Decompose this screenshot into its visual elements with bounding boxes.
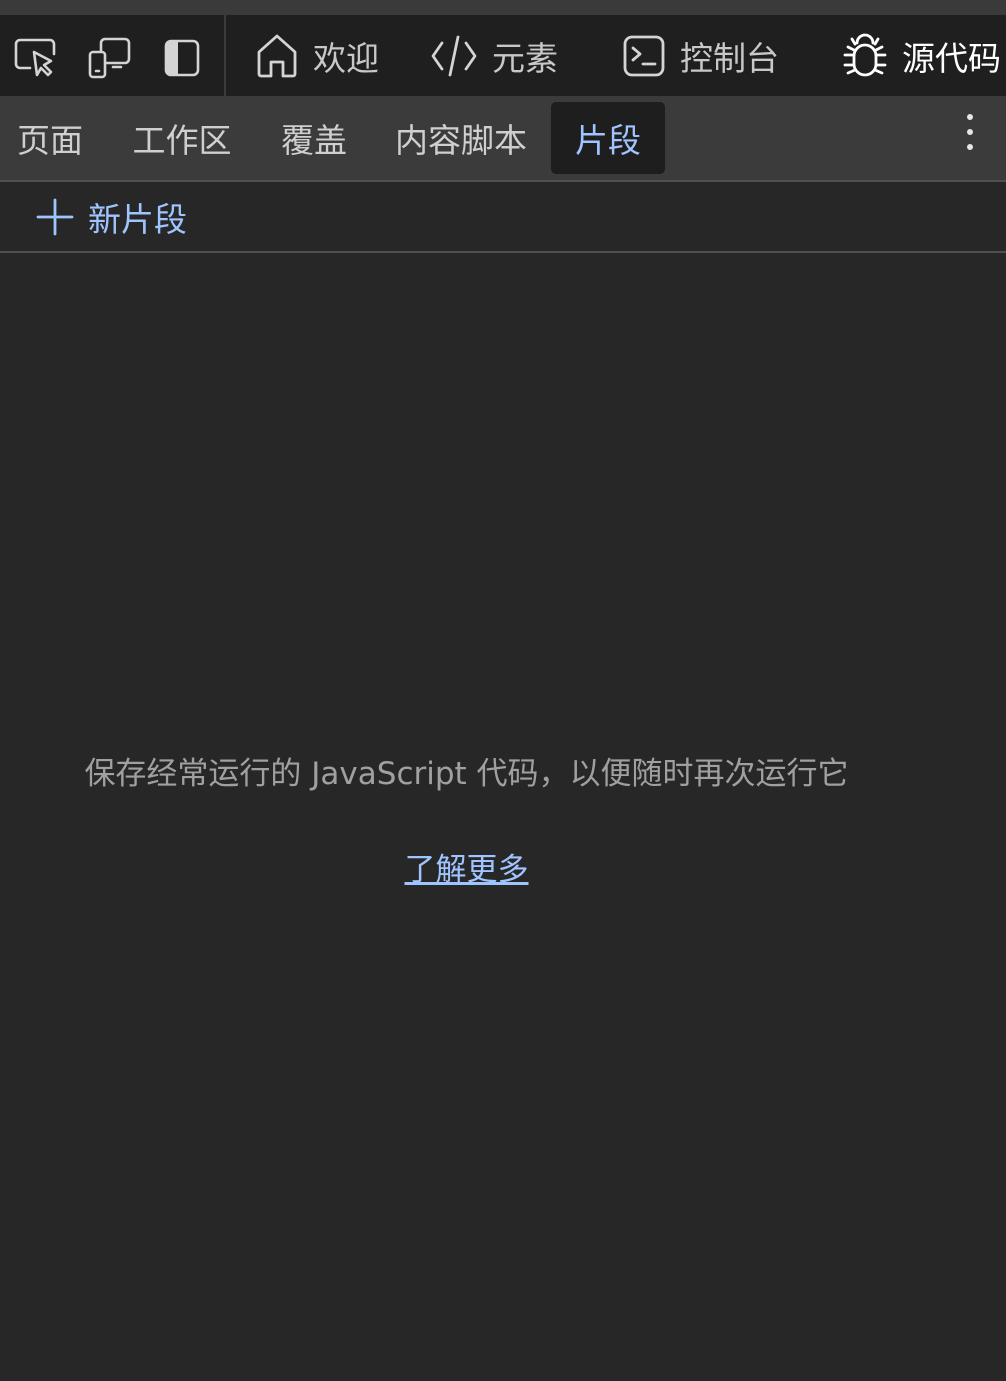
plus-icon	[36, 198, 74, 235]
tab-welcome-label: 欢迎	[313, 38, 379, 78]
tab-sources[interactable]: 源代码	[842, 15, 1001, 96]
bug-icon	[843, 33, 887, 76]
subtab-snippets[interactable]: 片段	[551, 102, 665, 174]
new-snippet-button[interactable]: 新片段	[36, 182, 187, 251]
devtools-toolbar: 欢迎 元素 控制台 源代码	[0, 15, 1006, 111]
device-emulation-icon[interactable]	[86, 35, 132, 81]
learn-more-container: 了解更多	[0, 844, 933, 889]
subtab-workspace-label: 工作区	[132, 121, 232, 160]
toolbar-separator	[224, 15, 226, 96]
subtab-workspace[interactable]: 工作区	[118, 102, 246, 174]
code-brackets-icon	[431, 35, 477, 76]
subtab-overrides[interactable]: 覆盖	[268, 102, 360, 174]
subtab-content-scripts-label: 内容脚本	[395, 121, 527, 160]
more-options-icon[interactable]	[950, 110, 990, 154]
tab-console-label: 控制台	[680, 38, 779, 78]
subtab-snippets-label: 片段	[575, 121, 641, 160]
new-snippet-bar: 新片段	[0, 182, 1006, 253]
tab-welcome[interactable]: 欢迎	[255, 15, 379, 96]
inspect-icon[interactable]	[13, 35, 59, 81]
console-icon	[623, 35, 665, 76]
window-top-strip	[0, 0, 1006, 15]
tab-elements-label: 元素	[492, 38, 558, 78]
sources-subtab-bar: 页面 工作区 覆盖 内容脚本 片段	[0, 96, 1006, 182]
tab-console[interactable]: 控制台	[622, 15, 779, 96]
learn-more-link[interactable]: 了解更多	[405, 852, 529, 888]
subtab-overrides-label: 覆盖	[281, 121, 347, 160]
subtab-page[interactable]: 页面	[4, 102, 96, 174]
tab-sources-label: 源代码	[902, 38, 1001, 78]
new-snippet-label: 新片段	[88, 199, 187, 239]
tab-elements[interactable]: 元素	[430, 15, 558, 96]
dock-panel-icon[interactable]	[159, 35, 205, 81]
home-icon	[257, 34, 297, 77]
subtab-page-label: 页面	[17, 121, 83, 160]
subtab-content-scripts[interactable]: 内容脚本	[386, 102, 536, 174]
empty-state-message: 保存经常运行的 JavaScript 代码，以便随时再次运行它	[84, 756, 849, 792]
